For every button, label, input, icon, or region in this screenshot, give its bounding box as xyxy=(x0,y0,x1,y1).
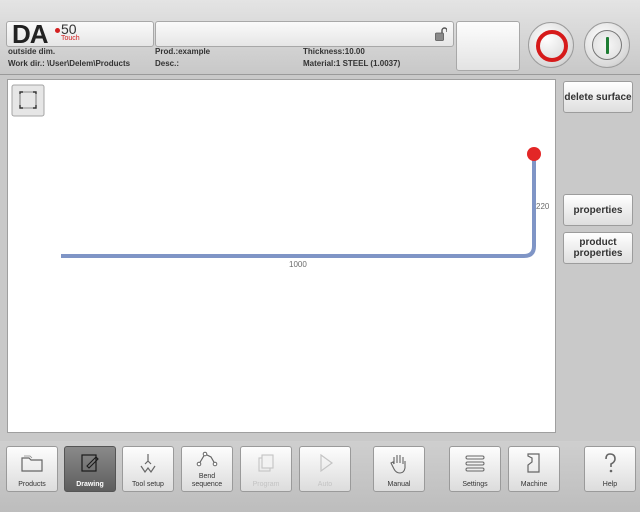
nav-label: Tool setup xyxy=(132,481,164,488)
work-directory: Work dir.: \User\Delem\Products xyxy=(8,59,131,68)
profile-endpoint[interactable] xyxy=(527,147,541,161)
nav-auto: Auto xyxy=(299,446,351,492)
material: Material:1 STEEL (1.0037) xyxy=(303,59,401,68)
nav-drawing[interactable]: Drawing xyxy=(64,446,116,492)
play-icon xyxy=(320,453,334,473)
nav-label: Settings xyxy=(462,481,488,488)
top-bar: DA 50 Touch outside dim. Prod.:example T… xyxy=(0,0,640,75)
start-icon xyxy=(592,30,622,60)
blank-header-button[interactable] xyxy=(456,21,520,71)
properties-button[interactable]: properties xyxy=(563,194,633,226)
tool-setup-icon xyxy=(140,454,156,474)
nav-tool-setup[interactable]: Tool setup xyxy=(122,446,174,492)
nav-program: Program xyxy=(240,446,292,492)
nav-machine[interactable]: Machine xyxy=(508,446,560,492)
nav-label: Program xyxy=(252,481,280,488)
thickness: Thickness:10.00 xyxy=(303,47,365,56)
profile-bend[interactable] xyxy=(523,245,536,258)
fullscreen-frame-icon[interactable] xyxy=(11,84,45,117)
logo: DA 50 Touch xyxy=(6,19,154,49)
nav-label: Auto xyxy=(317,481,333,488)
nav-settings[interactable]: Settings xyxy=(449,446,501,492)
dimension-bottom[interactable]: 1000 xyxy=(289,260,307,269)
nav-label: Help xyxy=(602,481,618,488)
drawing-canvas[interactable]: 1000 220 xyxy=(7,79,556,433)
machine-icon xyxy=(527,453,540,473)
profile-drawing xyxy=(11,84,541,258)
description: Desc.: xyxy=(155,59,180,68)
product-properties-button[interactable]: product properties xyxy=(563,232,633,264)
drawing-icon xyxy=(81,454,99,472)
start-button[interactable] xyxy=(584,22,630,68)
stop-icon xyxy=(536,30,568,62)
settings-icon xyxy=(465,455,485,472)
bend-sequence-icon xyxy=(196,451,218,467)
nav-help[interactable]: Help xyxy=(584,446,636,492)
nav-label: Drawing xyxy=(76,481,104,488)
program-icon xyxy=(258,454,274,472)
nav-bend-sequence[interactable]: Bend sequence xyxy=(181,446,233,492)
nav-label: Bend sequence xyxy=(191,473,223,488)
status-field xyxy=(155,21,454,47)
delete-surface-button[interactable]: delete surface xyxy=(563,81,633,113)
product-name: Prod.:example xyxy=(155,47,211,56)
folder-icon xyxy=(21,455,43,472)
stop-button[interactable] xyxy=(528,22,574,68)
nav-label: Machine xyxy=(520,481,548,488)
nav-products[interactable]: Products xyxy=(6,446,58,492)
logo-brand: DA xyxy=(12,19,49,49)
start-bar xyxy=(606,37,609,54)
nav-label: Manual xyxy=(387,481,411,488)
logo-variant: Touch xyxy=(61,35,80,42)
question-icon xyxy=(605,453,616,473)
unlocked-padlock-icon[interactable] xyxy=(435,27,447,41)
hand-icon xyxy=(390,455,406,474)
nav-label: Products xyxy=(18,481,46,488)
nav-manual[interactable]: Manual xyxy=(373,446,425,492)
dimension-right[interactable]: 220 xyxy=(536,202,549,211)
logo-dot xyxy=(55,28,60,33)
dimension-mode: outside dim. xyxy=(8,47,56,56)
